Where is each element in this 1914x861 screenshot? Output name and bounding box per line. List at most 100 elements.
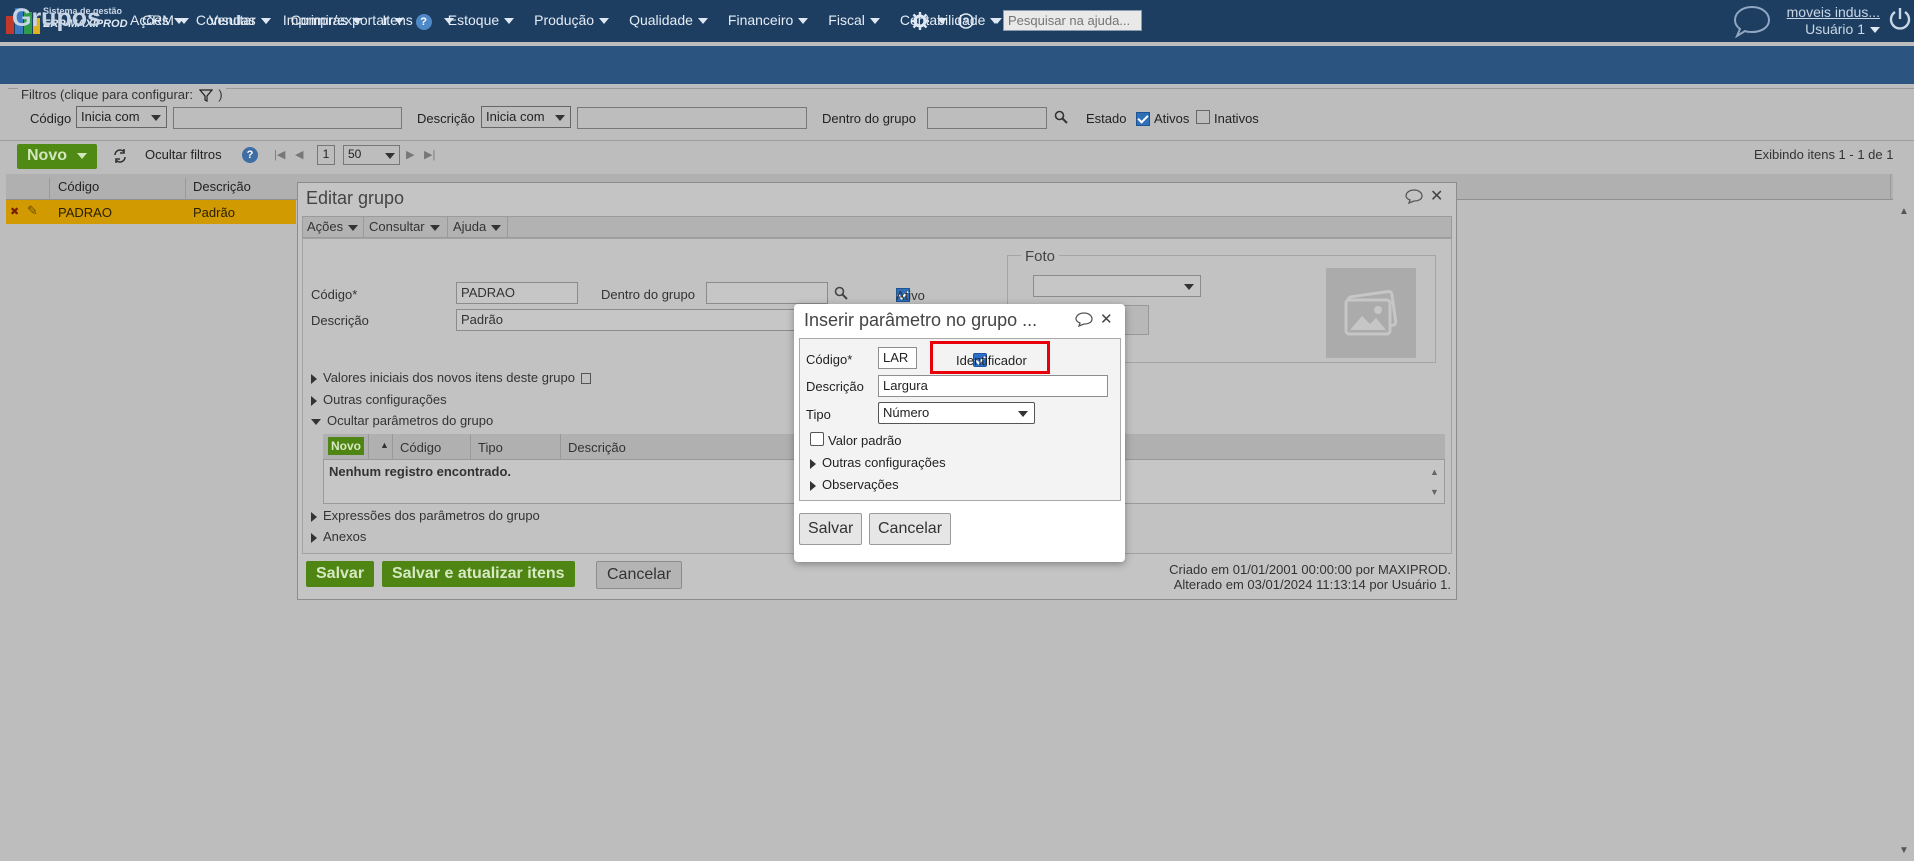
modal-descricao-input[interactable]: Largura bbox=[878, 375, 1108, 397]
foto-select[interactable] bbox=[1033, 275, 1201, 297]
last-page-icon[interactable]: ▶| bbox=[424, 148, 435, 161]
section-valores-iniciais[interactable]: Valores iniciais dos novos itens deste g… bbox=[311, 370, 591, 385]
chevron-down-icon[interactable] bbox=[937, 18, 947, 24]
modal-observacoes[interactable]: Observações bbox=[810, 477, 899, 492]
search-icon[interactable] bbox=[834, 286, 848, 300]
menu-producao[interactable]: Produção bbox=[534, 12, 619, 28]
filter-ativos-checkbox[interactable] bbox=[1136, 111, 1150, 126]
foto-upload-button[interactable] bbox=[1122, 305, 1149, 335]
chevron-down-icon bbox=[697, 18, 708, 25]
page-number-input[interactable]: 1 bbox=[317, 145, 335, 165]
edit-cancel-button[interactable]: Cancelar bbox=[596, 561, 683, 589]
close-icon[interactable]: ✕ bbox=[1100, 310, 1113, 328]
modal-cancel-button[interactable]: Cancelar bbox=[869, 513, 952, 545]
page-help[interactable]: ? bbox=[415, 12, 454, 30]
chevron-down-icon bbox=[429, 224, 440, 231]
gear-icon[interactable] bbox=[911, 12, 929, 30]
grid-icon bbox=[580, 373, 591, 385]
grid-toolbar bbox=[0, 140, 1914, 174]
chat-icon[interactable] bbox=[1405, 189, 1423, 204]
edit-save-update-button[interactable]: Salvar e atualizar itens bbox=[382, 561, 575, 587]
filter-inativos-checkbox[interactable] bbox=[1196, 110, 1210, 124]
filter-icon bbox=[198, 89, 213, 103]
menu-qualidade[interactable]: Qualidade bbox=[629, 12, 718, 28]
delete-icon[interactable]: ✖ bbox=[10, 205, 19, 218]
search-icon[interactable] bbox=[1054, 110, 1068, 124]
page-size-select[interactable]: 50 bbox=[343, 145, 400, 165]
edit-save-button[interactable]: Salvar bbox=[306, 561, 375, 587]
menu-label: Consultar bbox=[369, 219, 425, 234]
menu-fiscal[interactable]: Fiscal bbox=[828, 12, 890, 28]
scroll-up-icon[interactable]: ▲ bbox=[1430, 467, 1439, 477]
edit-menu-ajuda[interactable]: Ajuda bbox=[453, 219, 502, 234]
close-icon[interactable]: ✕ bbox=[1430, 186, 1443, 206]
parameters-new-button[interactable]: Novo bbox=[328, 437, 364, 455]
collapse-icon bbox=[311, 418, 321, 425]
company-link[interactable]: moveis indus... bbox=[1784, 4, 1880, 21]
section-expressoes[interactable]: Expressões dos parâmetros do grupo bbox=[311, 508, 540, 523]
grid-scrollbar[interactable] bbox=[1895, 200, 1914, 861]
hide-filters-button[interactable]: Ocultar filtros bbox=[145, 147, 222, 162]
scroll-down-icon[interactable]: ▼ bbox=[1899, 845, 1909, 856]
edit-descricao-input[interactable]: Padrão bbox=[456, 309, 796, 331]
chevron-down-icon bbox=[385, 153, 395, 159]
page-menu-imprimir[interactable]: Imprimir/exportar bbox=[283, 12, 404, 30]
audit-info: Criado em 01/01/2001 00:00:00 por MAXIPR… bbox=[1100, 562, 1451, 592]
filter-descricao-mode[interactable]: Inicia com bbox=[481, 106, 571, 128]
chat-icon[interactable] bbox=[1732, 4, 1772, 38]
section-outras-configuracoes[interactable]: Outras configurações bbox=[311, 392, 447, 407]
edit-icon[interactable]: ✎ bbox=[27, 203, 38, 219]
modal-codigo-input[interactable]: LAR bbox=[878, 347, 917, 369]
chevron-down-icon bbox=[77, 152, 87, 159]
scroll-up-icon[interactable]: ▲ bbox=[1899, 206, 1909, 217]
new-button[interactable]: Novo bbox=[17, 144, 97, 169]
section-label: Valores iniciais dos novos itens deste g… bbox=[323, 370, 575, 385]
parameters-col-tipo[interactable]: Tipo bbox=[478, 440, 503, 455]
svg-text:?: ? bbox=[963, 17, 969, 28]
filter-codigo-input[interactable] bbox=[173, 107, 402, 129]
filters-legend[interactable]: Filtros (clique para configurar: ) bbox=[18, 87, 226, 103]
chevron-down-icon bbox=[151, 115, 161, 121]
menu-label: Produção bbox=[534, 12, 595, 28]
edit-codigo-input[interactable]: PADRAO bbox=[456, 282, 578, 304]
chevron-down-icon bbox=[869, 18, 880, 25]
section-ocultar-parametros[interactable]: Ocultar parâmetros do grupo bbox=[311, 413, 493, 428]
row-codigo: PADRAO bbox=[58, 205, 112, 220]
chevron-down-icon[interactable] bbox=[992, 18, 1002, 24]
help-icon[interactable]: ? bbox=[242, 147, 258, 163]
first-page-icon[interactable]: |◀ bbox=[274, 148, 285, 161]
modal-outras-configuracoes[interactable]: Outras configurações bbox=[810, 455, 946, 470]
filter-descricao-input[interactable] bbox=[577, 107, 807, 129]
next-page-icon[interactable]: ▶ bbox=[406, 148, 414, 161]
scroll-down-icon[interactable]: ▼ bbox=[1430, 487, 1439, 497]
edit-menu-acoes[interactable]: Ações bbox=[307, 219, 359, 234]
prev-page-icon[interactable]: ◀ bbox=[295, 148, 303, 161]
grid-col-codigo[interactable]: Código bbox=[58, 179, 99, 194]
filter-dentro-input[interactable] bbox=[927, 107, 1047, 129]
modal-title: Inserir parâmetro no grupo ... bbox=[804, 310, 1038, 330]
modal-identificador-label: Identificador bbox=[956, 353, 1027, 368]
help-search-input[interactable] bbox=[1003, 10, 1142, 31]
edit-menu-consultar[interactable]: Consultar bbox=[369, 219, 440, 234]
parameters-col-codigo[interactable]: Código bbox=[400, 440, 441, 455]
user-menu[interactable]: Usuário 1 bbox=[1784, 21, 1880, 38]
modal-tipo-select[interactable]: Número bbox=[878, 402, 1035, 424]
menu-financeiro[interactable]: Financeiro bbox=[728, 12, 818, 28]
modal-valor-padrao-checkbox[interactable] bbox=[810, 432, 824, 446]
section-anexos[interactable]: Anexos bbox=[311, 529, 366, 544]
page-menu-acoes[interactable]: Ações bbox=[130, 12, 184, 30]
filter-codigo-mode[interactable]: Inicia com bbox=[76, 106, 167, 128]
power-icon[interactable] bbox=[1888, 6, 1912, 32]
table-row[interactable] bbox=[6, 200, 296, 224]
refresh-icon[interactable] bbox=[112, 148, 128, 164]
page-menu-consultar[interactable]: Consultar bbox=[196, 12, 271, 30]
chevron-down-icon bbox=[491, 224, 502, 231]
sort-up-icon[interactable]: ▲ bbox=[380, 440, 389, 450]
grid-col-descricao[interactable]: Descrição bbox=[193, 179, 251, 194]
help-icon[interactable]: ? bbox=[958, 13, 974, 29]
chat-icon[interactable] bbox=[1075, 312, 1093, 327]
parameters-col-descricao[interactable]: Descrição bbox=[568, 440, 626, 455]
modal-save-button[interactable]: Salvar bbox=[799, 513, 863, 545]
filters-legend-text: Filtros (clique para configurar: bbox=[21, 87, 193, 102]
edit-dentro-input[interactable] bbox=[706, 282, 828, 304]
